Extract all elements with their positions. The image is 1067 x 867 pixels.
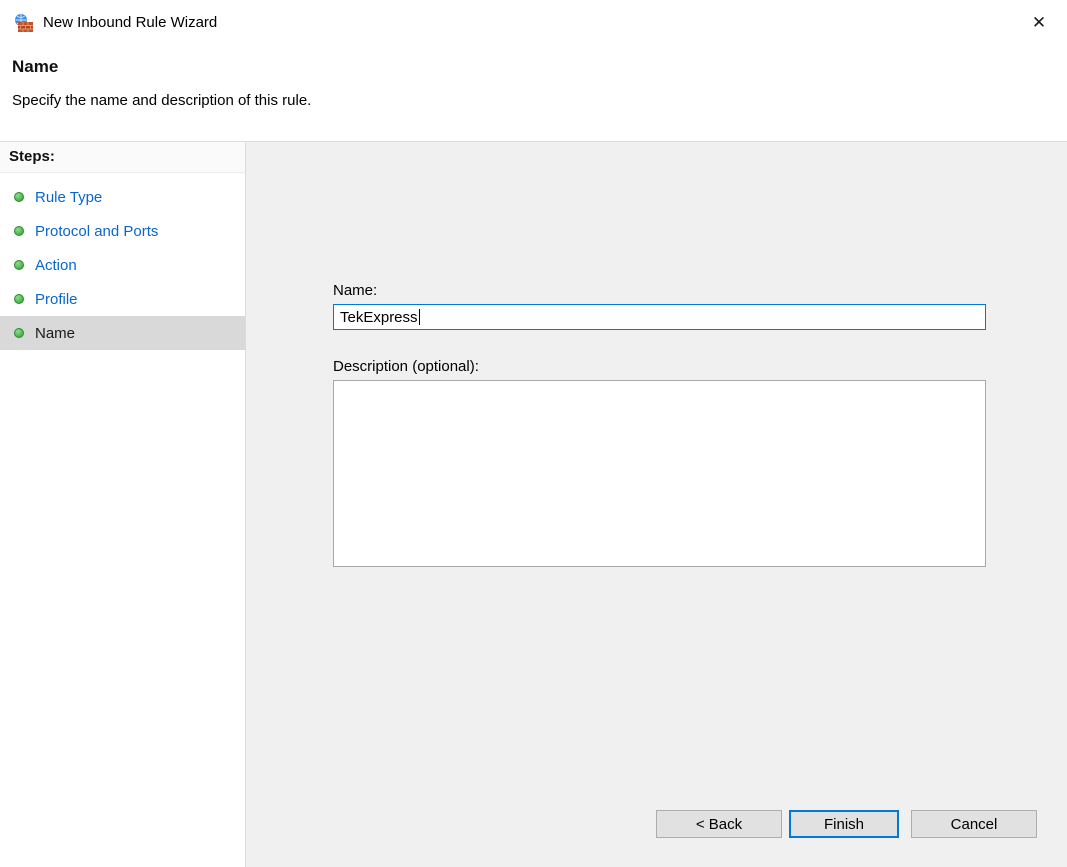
name-input-value: TekExpress: [340, 308, 418, 326]
window-title: New Inbound Rule Wizard: [43, 14, 218, 31]
step-bullet-icon: [14, 294, 24, 304]
step-item-profile[interactable]: Profile: [0, 282, 245, 316]
steps-list: Rule Type Protocol and Ports Action Prof…: [0, 180, 245, 350]
steps-sidebar: Steps: Rule Type Protocol and Ports Acti…: [0, 142, 246, 867]
name-input[interactable]: TekExpress: [333, 304, 986, 330]
step-label: Action: [35, 256, 77, 274]
step-label: Rule Type: [35, 188, 103, 206]
wizard-header: Name Specify the name and description of…: [0, 45, 1067, 141]
cancel-button[interactable]: Cancel: [911, 810, 1037, 838]
firewall-icon: [15, 13, 33, 32]
step-bullet-icon: [14, 226, 24, 236]
step-bullet-icon: [14, 260, 24, 270]
page-subtitle: Specify the name and description of this…: [12, 92, 312, 109]
name-field-label: Name:: [333, 282, 378, 299]
wizard-window: New Inbound Rule Wizard ✕ Name Specify t…: [0, 0, 1067, 867]
step-bullet-icon: [14, 192, 24, 202]
close-button[interactable]: ✕: [1023, 7, 1055, 39]
step-label: Protocol and Ports: [35, 222, 159, 240]
titlebar: New Inbound Rule Wizard ✕: [0, 0, 1067, 45]
step-item-name[interactable]: Name: [0, 316, 245, 350]
step-label: Profile: [35, 290, 78, 308]
step-label: Name: [35, 324, 76, 342]
description-input[interactable]: [333, 380, 986, 567]
close-icon: ✕: [1031, 13, 1047, 32]
step-item-action[interactable]: Action: [0, 248, 245, 282]
step-item-protocol-and-ports[interactable]: Protocol and Ports: [0, 214, 245, 248]
step-item-rule-type[interactable]: Rule Type: [0, 180, 245, 214]
finish-button[interactable]: Finish: [789, 810, 899, 838]
text-caret: [418, 309, 420, 325]
step-bullet-icon: [14, 328, 24, 338]
content-pane: Name: TekExpress Description (optional):…: [246, 142, 1067, 867]
wizard-body: Steps: Rule Type Protocol and Ports Acti…: [0, 141, 1067, 867]
back-button[interactable]: < Back: [656, 810, 782, 838]
description-field-label: Description (optional):: [333, 358, 479, 375]
page-title: Name: [12, 57, 59, 76]
wizard-footer-buttons: < Back Finish Cancel: [656, 810, 1037, 838]
steps-heading: Steps:: [0, 142, 245, 173]
